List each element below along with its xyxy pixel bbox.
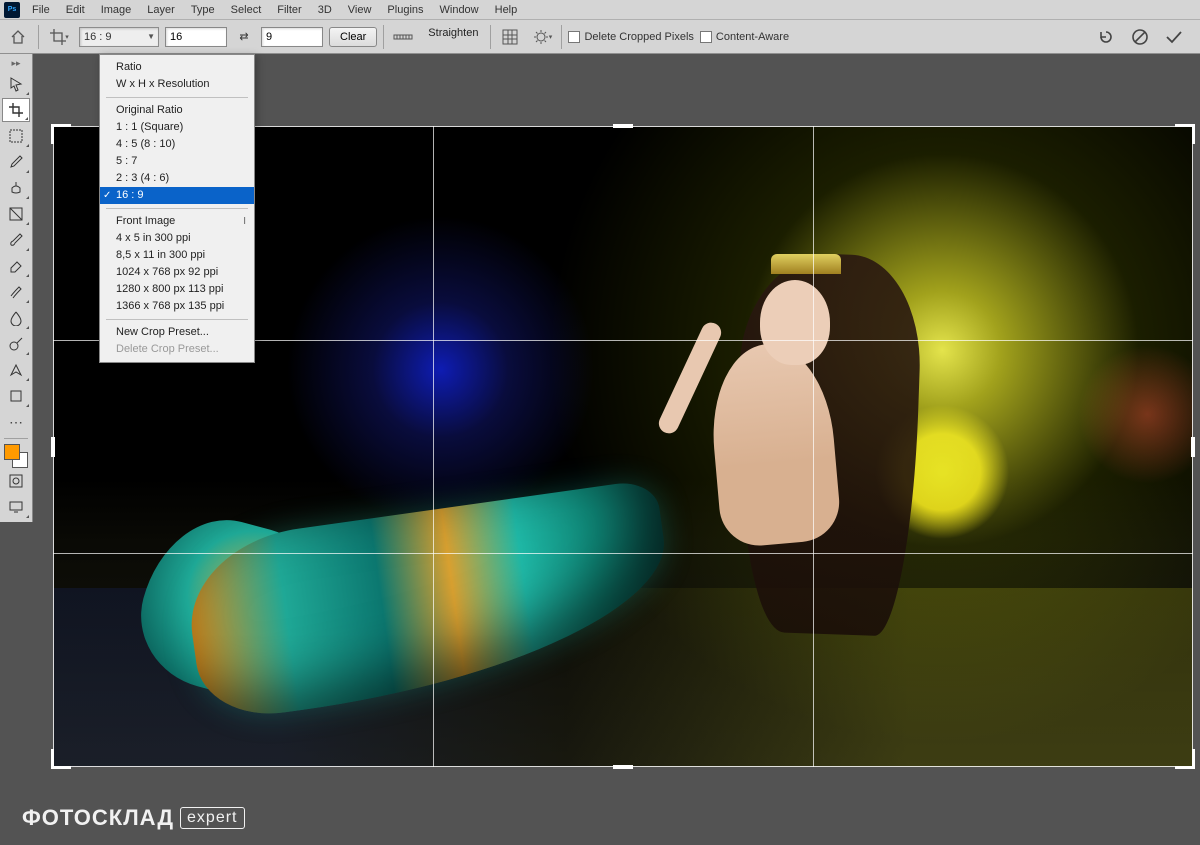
- grid-line: [53, 553, 1193, 554]
- dd-item-1280x800[interactable]: 1280 x 800 px 113 ppi: [100, 281, 254, 298]
- dd-item-1-1[interactable]: 1 : 1 (Square): [100, 119, 254, 136]
- crop-handle-right[interactable]: [1191, 437, 1195, 457]
- gradient-tool[interactable]: [2, 202, 30, 226]
- dd-item-1024x768[interactable]: 1024 x 768 px 92 ppi: [100, 264, 254, 281]
- cancel-icon[interactable]: [1130, 27, 1150, 47]
- dd-item-4x5in[interactable]: 4 x 5 in 300 ppi: [100, 230, 254, 247]
- marquee-tool[interactable]: [2, 124, 30, 148]
- straighten-button[interactable]: Straighten: [422, 27, 484, 47]
- crop-width-input[interactable]: [165, 27, 227, 47]
- delete-cropped-label: Delete Cropped Pixels: [584, 31, 693, 43]
- crop-handle-tr[interactable]: [1175, 124, 1195, 144]
- chevron-down-icon: ▼: [147, 32, 155, 41]
- content-aware-label: Content-Aware: [716, 31, 789, 43]
- menu-window[interactable]: Window: [432, 0, 487, 20]
- dd-item-2-3[interactable]: 2 : 3 (4 : 6): [100, 170, 254, 187]
- move-tool[interactable]: [2, 72, 30, 96]
- straighten-icon[interactable]: [390, 26, 416, 48]
- crop-settings-icon[interactable]: ▾: [529, 26, 555, 48]
- options-bar: ▾ 16 : 9 ▼ ⇄ Clear Straighten ▾ Delete C…: [0, 20, 1200, 54]
- menu-type[interactable]: Type: [183, 0, 223, 20]
- grid-line: [813, 126, 814, 767]
- menu-layer[interactable]: Layer: [139, 0, 183, 20]
- menu-plugins[interactable]: Plugins: [379, 0, 431, 20]
- dropdown-separator: [106, 319, 248, 320]
- menu-filter[interactable]: Filter: [269, 0, 309, 20]
- content-aware-checkbox[interactable]: Content-Aware: [700, 31, 789, 43]
- eyedropper-tool[interactable]: [2, 150, 30, 174]
- crop-handle-bottom[interactable]: [613, 765, 633, 769]
- menu-view[interactable]: View: [340, 0, 380, 20]
- menu-image[interactable]: Image: [93, 0, 140, 20]
- history-brush-tool[interactable]: [2, 280, 30, 304]
- crop-preset-select[interactable]: 16 : 9 ▼: [79, 27, 159, 47]
- delete-cropped-checkbox[interactable]: Delete Cropped Pixels: [568, 31, 693, 43]
- commit-icon[interactable]: [1164, 27, 1184, 47]
- overlay-grid-icon[interactable]: [497, 26, 523, 48]
- dd-item-wxh[interactable]: W x H x Resolution: [100, 76, 254, 93]
- dd-item-front-image[interactable]: Front ImageI: [100, 213, 254, 230]
- menu-bar: Ps File Edit Image Layer Type Select Fil…: [0, 0, 1200, 20]
- checkbox-icon: [568, 31, 580, 43]
- crop-handle-br[interactable]: [1175, 749, 1195, 769]
- watermark-brand: ФОТОСКЛАД: [22, 805, 174, 831]
- quick-mask-icon[interactable]: [2, 469, 30, 493]
- menu-3d[interactable]: 3D: [310, 0, 340, 20]
- grid-line: [433, 126, 434, 767]
- dropdown-separator: [106, 97, 248, 98]
- dodge-tool[interactable]: [2, 332, 30, 356]
- divider: [38, 25, 39, 49]
- checkbox-icon: [700, 31, 712, 43]
- crop-handle-top[interactable]: [613, 124, 633, 128]
- dd-item-ratio[interactable]: Ratio: [100, 59, 254, 76]
- eraser-tool[interactable]: [2, 254, 30, 278]
- dd-item-new-preset[interactable]: New Crop Preset...: [100, 324, 254, 341]
- pen-tool[interactable]: [2, 358, 30, 382]
- brush-tool[interactable]: [2, 228, 30, 252]
- watermark-tag: expert: [180, 807, 244, 829]
- dd-item-5-7[interactable]: 5 : 7: [100, 153, 254, 170]
- swap-dimensions-icon[interactable]: ⇄: [233, 28, 255, 46]
- dd-item-8x11in[interactable]: 8,5 x 11 in 300 ppi: [100, 247, 254, 264]
- menu-file[interactable]: File: [24, 0, 58, 20]
- home-icon[interactable]: [4, 25, 32, 49]
- divider: [561, 25, 562, 49]
- crop-handle-bl[interactable]: [51, 749, 71, 769]
- crop-handle-left[interactable]: [51, 437, 55, 457]
- menu-edit[interactable]: Edit: [58, 0, 93, 20]
- reset-icon[interactable]: [1096, 27, 1116, 47]
- divider: [383, 25, 384, 49]
- crop-handle-tl[interactable]: [51, 124, 71, 144]
- clone-stamp-tool[interactable]: [2, 176, 30, 200]
- dd-item-4-5[interactable]: 4 : 5 (8 : 10): [100, 136, 254, 153]
- crop-tool[interactable]: [2, 98, 30, 122]
- blur-tool[interactable]: [2, 306, 30, 330]
- divider: [490, 25, 491, 49]
- dd-item-original-ratio[interactable]: Original Ratio: [100, 102, 254, 119]
- screen-mode-icon[interactable]: [2, 495, 30, 519]
- app-logo-icon: Ps: [4, 2, 20, 18]
- crop-height-input[interactable]: [261, 27, 323, 47]
- tool-palette: ▸▸ ⋯: [0, 54, 33, 522]
- menu-help[interactable]: Help: [487, 0, 526, 20]
- menu-select[interactable]: Select: [223, 0, 270, 20]
- crop-tool-preset-icon[interactable]: ▾: [45, 25, 73, 49]
- shape-tool[interactable]: [2, 384, 30, 408]
- foreground-color-swatch[interactable]: [4, 444, 20, 460]
- dd-item-16-9[interactable]: 16 : 9: [100, 187, 254, 204]
- dd-item-1366x768[interactable]: 1366 x 768 px 135 ppi: [100, 298, 254, 315]
- watermark: ФОТОСКЛАД expert: [22, 805, 245, 831]
- crop-preset-dropdown: Ratio W x H x Resolution Original Ratio …: [99, 54, 255, 363]
- commit-actions: [1096, 27, 1184, 47]
- color-swatches[interactable]: [4, 444, 28, 468]
- dropdown-separator: [106, 208, 248, 209]
- clear-button[interactable]: Clear: [329, 27, 377, 47]
- crop-preset-value: 16 : 9: [84, 31, 112, 43]
- more-tools[interactable]: ⋯: [2, 410, 30, 434]
- dd-item-delete-preset: Delete Crop Preset...: [100, 341, 254, 358]
